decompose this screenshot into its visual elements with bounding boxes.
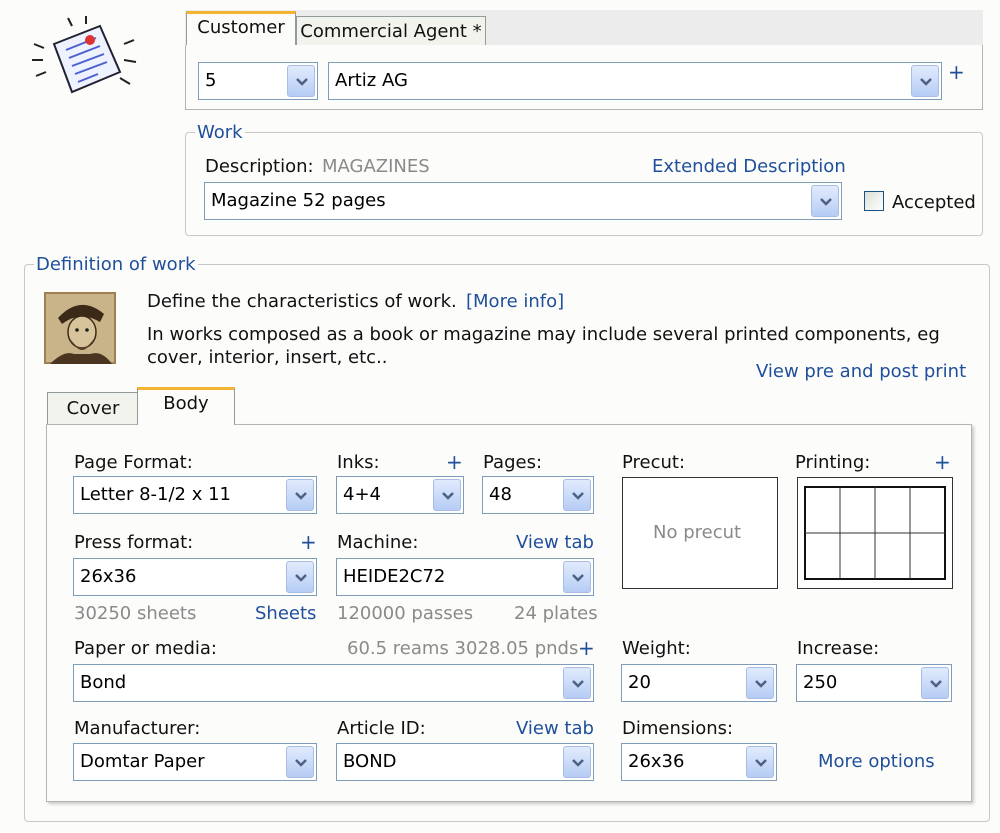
machine-passes: 120000 passes <box>337 603 474 624</box>
customer-code-value: 5 <box>205 70 217 91</box>
work-select[interactable]: Magazine 52 pages <box>204 182 842 220</box>
add-paper-button[interactable]: + <box>578 638 595 658</box>
chevron-down-icon[interactable] <box>811 185 839 217</box>
chevron-down-icon[interactable] <box>563 746 591 778</box>
chevron-down-icon[interactable] <box>563 667 591 699</box>
precut-text: No precut <box>653 522 742 543</box>
article-id-label: Article ID: <box>337 718 426 739</box>
machine-select[interactable]: HEIDE2C72 <box>336 558 594 596</box>
definition-line2: In works composed as a book or magazine … <box>147 324 940 345</box>
chevron-down-icon[interactable] <box>911 65 939 97</box>
add-press-format-button[interactable]: + <box>300 532 317 552</box>
add-ink-button[interactable]: + <box>446 452 463 472</box>
view-pre-post-print-link[interactable]: View pre and post print <box>756 361 966 382</box>
paper-label: Paper or media: <box>74 638 217 659</box>
machine-view-tab-link[interactable]: View tab <box>516 532 594 553</box>
printing-preview[interactable] <box>797 477 953 589</box>
precut-label: Precut: <box>622 452 686 473</box>
article-view-tab-link[interactable]: View tab <box>516 718 594 739</box>
weight-select[interactable]: 20 <box>621 664 777 702</box>
page-format-value: Letter 8-1/2 x 11 <box>80 484 232 505</box>
document-icon <box>28 14 138 104</box>
add-customer-button[interactable]: + <box>948 62 965 82</box>
portrait-image <box>44 292 116 364</box>
accepted-checkbox[interactable] <box>864 191 884 211</box>
work-legend: Work <box>195 122 245 143</box>
chevron-down-icon[interactable] <box>433 479 461 511</box>
chevron-down-icon[interactable] <box>286 746 314 778</box>
machine-value: HEIDE2C72 <box>343 566 446 587</box>
manufacturer-select[interactable]: Domtar Paper <box>73 743 317 781</box>
printing-label: Printing: <box>795 452 871 473</box>
extended-description-link[interactable]: Extended Description <box>652 156 846 177</box>
paper-select[interactable]: Bond <box>73 664 594 702</box>
precut-preview[interactable]: No precut <box>622 477 778 589</box>
chevron-down-icon[interactable] <box>746 667 774 699</box>
definition-line3: cover, interior, insert, etc.. <box>147 347 388 368</box>
page-format-select[interactable]: Letter 8-1/2 x 11 <box>73 476 317 514</box>
pages-value: 48 <box>489 484 512 505</box>
paper-reams: 60.5 reams 3028.05 pnds <box>347 638 579 659</box>
description-value: MAGAZINES <box>322 156 430 177</box>
add-printing-button[interactable]: + <box>934 452 951 472</box>
tab-customer[interactable]: Customer <box>186 11 296 45</box>
chevron-down-icon[interactable] <box>563 561 591 593</box>
pages-label: Pages: <box>483 452 543 473</box>
dimensions-select[interactable]: 26x36 <box>621 743 777 781</box>
inks-select[interactable]: 4+4 <box>336 476 464 514</box>
press-format-value: 26x36 <box>80 566 137 587</box>
chevron-down-icon[interactable] <box>286 479 314 511</box>
machine-label: Machine: <box>337 532 419 553</box>
manufacturer-label: Manufacturer: <box>74 718 201 739</box>
press-format-label: Press format: <box>74 532 194 553</box>
sheets-count: 30250 sheets <box>74 603 197 624</box>
work-select-value: Magazine 52 pages <box>211 190 386 211</box>
machine-plates: 24 plates <box>514 603 598 624</box>
inks-value: 4+4 <box>343 484 381 505</box>
chevron-down-icon[interactable] <box>286 561 314 593</box>
pages-select[interactable]: 48 <box>482 476 594 514</box>
manufacturer-value: Domtar Paper <box>80 751 205 772</box>
article-id-select[interactable]: BOND <box>336 743 594 781</box>
article-id-value: BOND <box>343 751 397 772</box>
dimensions-value: 26x36 <box>628 751 685 772</box>
inks-label: Inks: <box>337 452 380 473</box>
weight-value: 20 <box>628 672 651 693</box>
tab-commercial-agent[interactable]: Commercial Agent * <box>296 16 486 45</box>
description-label: Description: <box>205 156 314 177</box>
definition-legend: Definition of work <box>34 254 198 275</box>
more-options-link[interactable]: More options <box>818 751 935 772</box>
increase-select[interactable]: 250 <box>796 664 952 702</box>
tab-cover[interactable]: Cover <box>47 392 139 424</box>
customer-name-select[interactable]: Artiz AG <box>328 62 942 100</box>
chevron-down-icon[interactable] <box>921 667 949 699</box>
weight-label: Weight: <box>622 638 691 659</box>
chevron-down-icon[interactable] <box>563 479 591 511</box>
press-format-select[interactable]: 26x36 <box>73 558 317 596</box>
chevron-down-icon[interactable] <box>287 65 315 97</box>
sheets-link[interactable]: Sheets <box>255 603 316 624</box>
tab-body[interactable]: Body <box>137 387 235 425</box>
more-info-link[interactable]: [More info] <box>466 291 564 312</box>
customer-code-select[interactable]: 5 <box>198 62 318 100</box>
accepted-label: Accepted <box>892 192 976 213</box>
chevron-down-icon[interactable] <box>746 746 774 778</box>
page-format-label: Page Format: <box>74 452 193 473</box>
dimensions-label: Dimensions: <box>622 718 734 739</box>
paper-value: Bond <box>80 672 127 693</box>
definition-line1: Define the characteristics of work. <box>147 291 457 312</box>
customer-name-value: Artiz AG <box>335 70 408 91</box>
increase-label: Increase: <box>797 638 880 659</box>
increase-value: 250 <box>803 672 838 693</box>
